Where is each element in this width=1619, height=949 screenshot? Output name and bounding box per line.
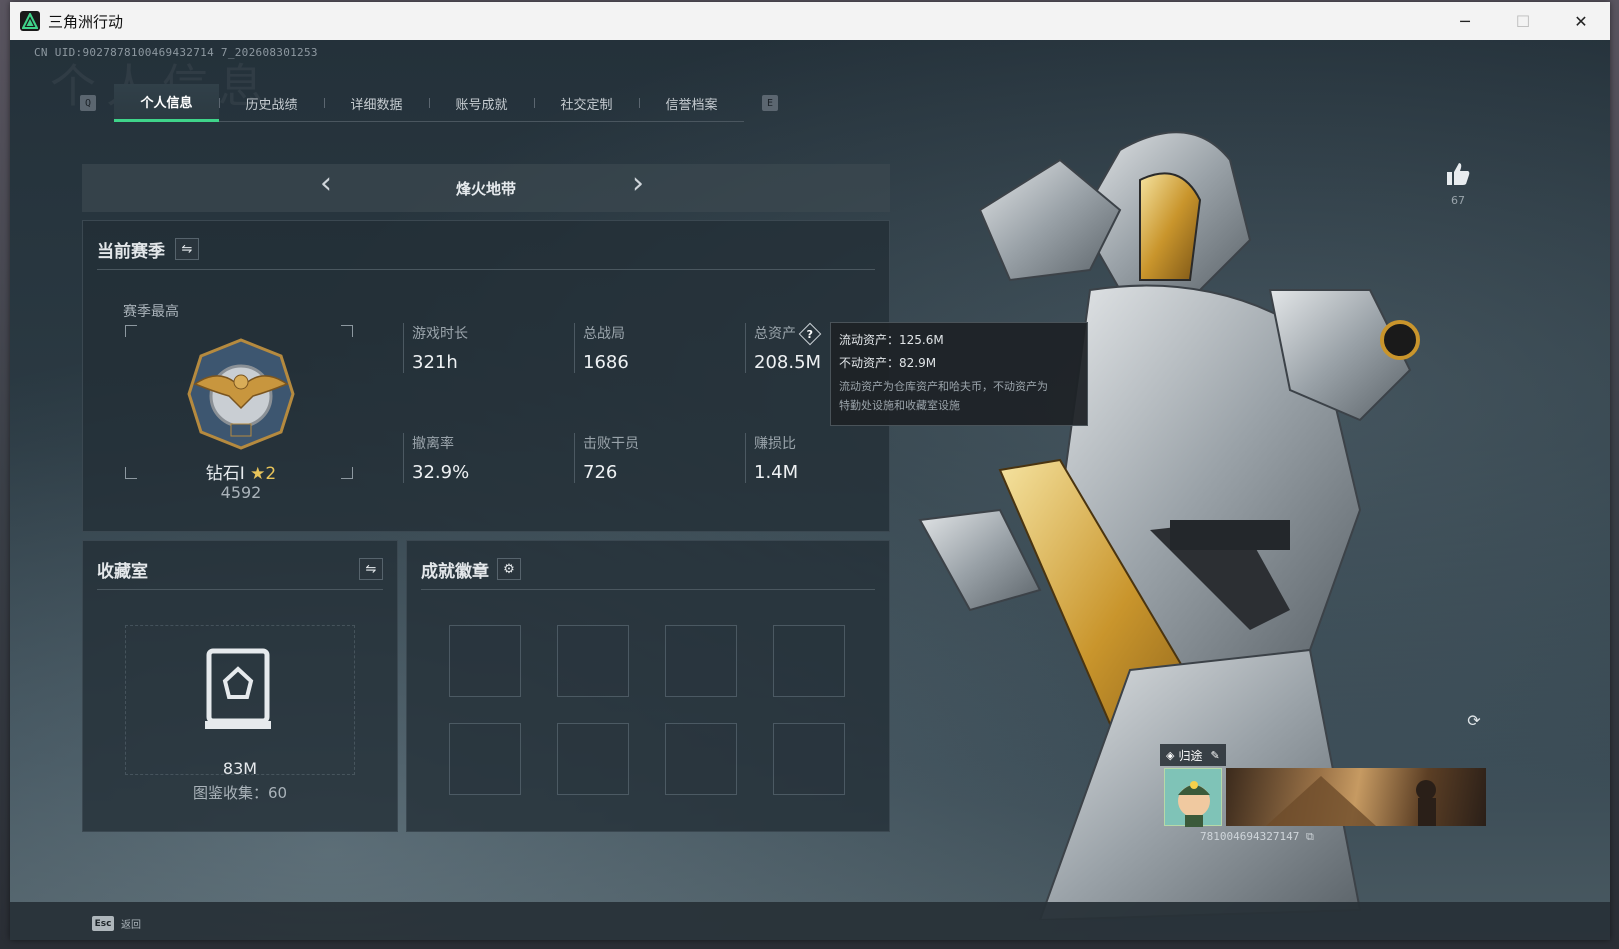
season-panel: 当前赛季 ⇋ 赛季最高 钻石Ⅰ ★2 4592 游戏时长 321h 总战局 16…: [82, 220, 890, 532]
badge-slot[interactable]: [665, 625, 737, 697]
mode-prev-button[interactable]: ‹: [320, 166, 332, 201]
like-button[interactable]: 67: [1442, 162, 1474, 207]
mode-title: 烽火地带: [455, 179, 516, 198]
gear-icon[interactable]: ⚙: [497, 558, 521, 580]
badges-title: 成就徽章: [421, 562, 489, 582]
rank-name: 钻石Ⅰ ★2: [205, 464, 277, 484]
frame-corner: [341, 467, 353, 479]
divider: [97, 589, 383, 590]
divider: [421, 589, 875, 590]
stat-profit-loss: 赚损比 1.4M: [745, 433, 798, 483]
stat-total-assets: 总资产? 208.5M: [745, 322, 822, 373]
rank-score: 4592: [220, 483, 262, 502]
season-title: 当前赛季: [97, 242, 165, 262]
assets-tooltip: 流动资产：125.6M 不动资产：82.9M 流动资产为仓库资产和哈夫币，不动资…: [830, 322, 1088, 426]
badge-slot[interactable]: [449, 723, 521, 795]
tab-achievements[interactable]: 账号成就: [429, 84, 534, 122]
game-window: 三角洲行动 ─ ☐ ✕ 个人信息 CN UID:9027878100469432…: [10, 2, 1610, 940]
maximize-button[interactable]: ☐: [1494, 2, 1552, 40]
frame-corner: [125, 325, 137, 337]
season-best-label: 赛季最高: [123, 304, 179, 320]
vault-collection: 图鉴收集：60: [192, 784, 288, 802]
help-icon[interactable]: ?: [798, 322, 822, 346]
profile-id: 781004694327147 ⧉: [1200, 830, 1314, 843]
rank-medal-icon: [187, 338, 295, 450]
stat-extraction-rate: 撤离率 32.9%: [403, 433, 469, 483]
prev-tab-key[interactable]: Q: [80, 95, 96, 111]
thumbs-up-icon: [1447, 163, 1470, 185]
tooltip-note-2: 特勤处设施和收藏室设施: [839, 399, 960, 412]
tab-social[interactable]: 社交定制: [534, 84, 639, 122]
tab-detailed-data[interactable]: 详细数据: [324, 84, 429, 122]
esc-key[interactable]: Esc: [92, 916, 114, 931]
bottom-bar: Esc 返回: [10, 902, 1610, 940]
edit-icon[interactable]: ✎: [1210, 749, 1219, 762]
tab-credit[interactable]: 信誉档案: [639, 84, 744, 122]
vault-title: 收藏室: [97, 562, 148, 582]
vault-value: 83M: [222, 759, 258, 778]
app-logo-icon: [20, 11, 40, 31]
avatar: [1164, 768, 1222, 827]
minimize-button[interactable]: ─: [1436, 2, 1494, 40]
badge-slot[interactable]: [773, 723, 845, 795]
badge-slot[interactable]: [449, 625, 521, 697]
tab-personal-info[interactable]: 个人信息: [114, 84, 219, 122]
tooltip-fixed-assets: 不动资产：82.9M: [839, 356, 937, 370]
rotate-icon[interactable]: ⟳: [1462, 708, 1486, 732]
stat-playtime: 游戏时长 321h: [403, 323, 468, 373]
tab-history[interactable]: 历史战绩: [219, 84, 324, 122]
game-view: 个人信息 CN UID:9027878100469432714 7_202608…: [10, 40, 1610, 940]
copy-icon[interactable]: ⧉: [1306, 830, 1314, 843]
mode-next-button[interactable]: ›: [632, 166, 644, 201]
window-title: 三角洲行动: [48, 12, 124, 31]
badge-slot[interactable]: [665, 723, 737, 795]
tooltip-liquid-assets: 流动资产：125.6M: [839, 333, 944, 347]
like-count: 67: [1451, 194, 1465, 207]
vault-panel: 收藏室 ⇋ 83M 图鉴收集：60: [82, 540, 398, 832]
frame-corner: [125, 467, 137, 479]
divider: [97, 269, 875, 270]
tab-bar: Q 个人信息 历史战绩 详细数据 账号成就 社交定制 信誉档案 E: [80, 84, 778, 122]
tooltip-note-1: 流动资产为仓库资产和哈夫币，不动资产为: [839, 380, 1048, 393]
profile-card[interactable]: ◈ 归途 ✎: [1160, 744, 1488, 828]
frame-corner: [341, 325, 353, 337]
mode-selector: ‹ 烽火地带 ›: [82, 164, 890, 212]
profile-banner: [1226, 768, 1486, 826]
uid-text: CN UID:9027878100469432714 7_20260830125…: [34, 46, 318, 59]
title-bar: 三角洲行动 ─ ☐ ✕: [10, 2, 1610, 40]
vault-switch-icon[interactable]: ⇋: [359, 558, 383, 580]
next-tab-key[interactable]: E: [762, 95, 778, 111]
badges-panel: 成就徽章 ⚙: [406, 540, 890, 832]
badge-slot[interactable]: [557, 625, 629, 697]
profile-name: ◈ 归途 ✎: [1160, 744, 1226, 766]
close-button[interactable]: ✕: [1552, 2, 1610, 40]
display-case-icon: [205, 648, 271, 729]
badge-slot[interactable]: [773, 625, 845, 697]
stat-total-matches: 总战局 1686: [574, 323, 629, 373]
stat-operators-defeated: 击败干员 726: [574, 433, 639, 483]
badge-slot[interactable]: [557, 723, 629, 795]
back-label[interactable]: 返回: [121, 916, 141, 931]
season-switch-icon[interactable]: ⇋: [175, 238, 199, 260]
